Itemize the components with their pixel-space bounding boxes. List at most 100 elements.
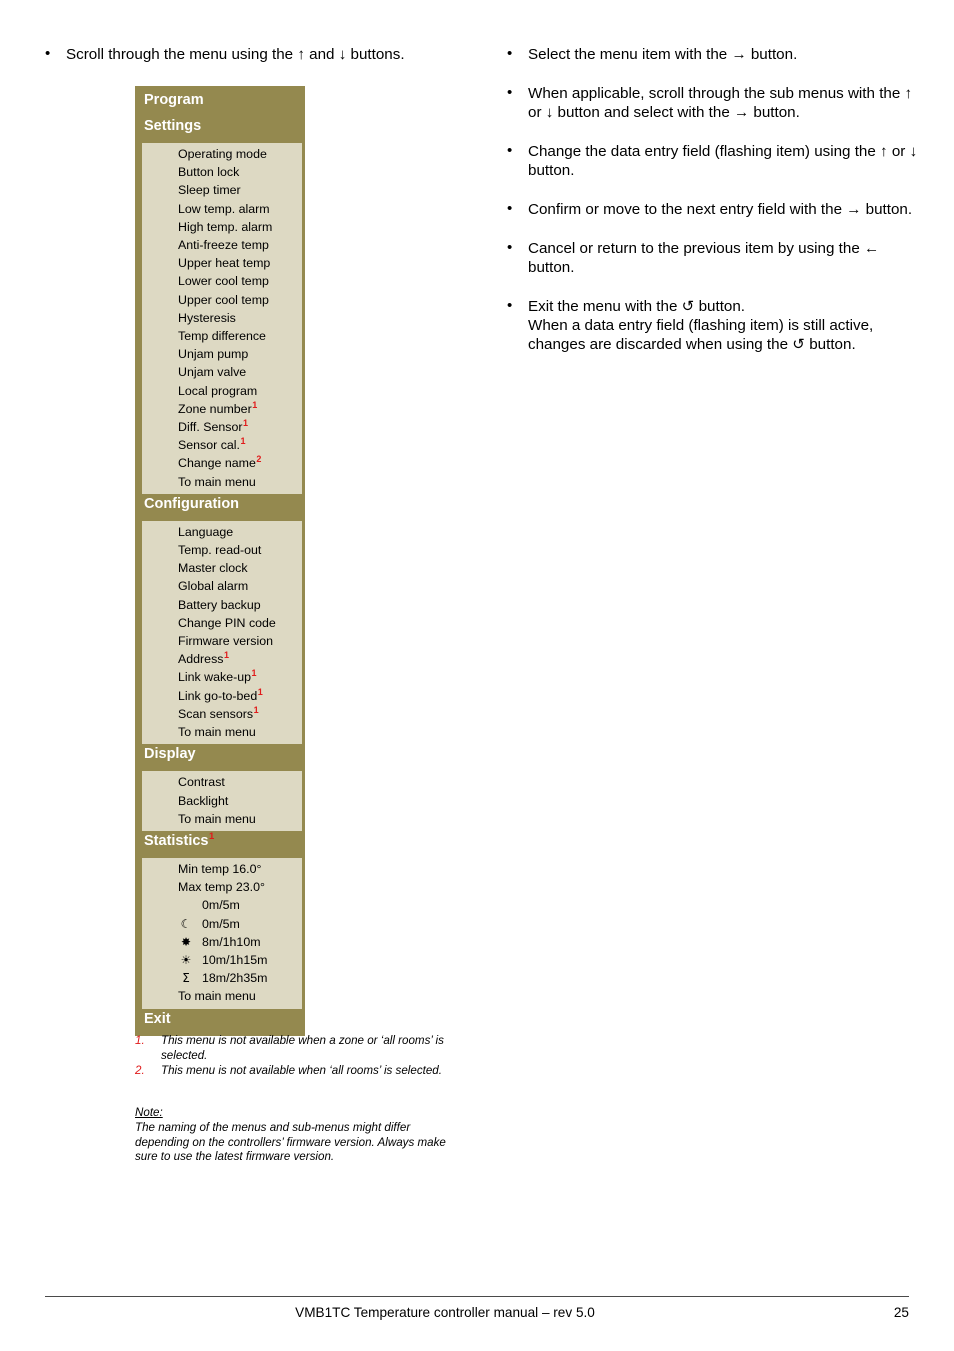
- menu-diagram-title: Program: [135, 86, 305, 116]
- button-instruction-item: Exit the menu with the ↺ button. When a d…: [498, 296, 918, 354]
- menu-item-label: Button lock: [178, 165, 240, 180]
- scroll-instruction-list: Scroll through the menu using the ↑ and …: [36, 44, 476, 64]
- menu-item[interactable]: Anti-freeze temp: [142, 236, 302, 254]
- button-instruction-text: Change the data entry field (flashing it…: [528, 143, 918, 179]
- menu-item[interactable]: Max temp 23.0°: [142, 878, 302, 896]
- menu-section-header-settings: Settings: [135, 116, 305, 143]
- menu-item[interactable]: Upper cool temp: [142, 291, 302, 309]
- menu-section-header-exit: Exit: [135, 1008, 305, 1036]
- footnote-marker: 2: [256, 454, 262, 465]
- footnote-item: 2. This menu is not available when ‘all r…: [135, 1064, 465, 1079]
- menu-item-label: Address: [178, 652, 224, 667]
- menu-item[interactable]: ✸ 8m/1h10m: [142, 933, 302, 951]
- menu-item[interactable]: Scan sensors1: [142, 705, 302, 723]
- menu-item[interactable]: Temp. read-out: [142, 541, 302, 559]
- menu-section-header-label: Display: [144, 746, 196, 763]
- footnote-text: This menu is not available when a zone o…: [161, 1034, 444, 1062]
- footer-divider: [45, 1296, 909, 1297]
- footer-document-title: VMB1TC Temperature controller manual – r…: [295, 1305, 595, 1320]
- menu-item[interactable]: Change PIN code: [142, 614, 302, 632]
- menu-item[interactable]: Change name2: [142, 454, 302, 472]
- menu-item[interactable]: To main menu: [142, 810, 302, 828]
- menu-item[interactable]: Low temp. alarm: [142, 200, 302, 218]
- sigma-icon: Σ: [182, 971, 190, 986]
- footnote-item: 1. This menu is not available when a zone…: [135, 1034, 465, 1063]
- scroll-instruction-item: Scroll through the menu using the ↑ and …: [36, 44, 476, 64]
- menu-item[interactable]: Sensor cal.1: [142, 436, 302, 454]
- menu-section-body: Contrast Backlight To main menu: [142, 771, 302, 831]
- menu-item[interactable]: Firmware version: [142, 632, 302, 650]
- menu-item-label: Lower cool temp: [178, 274, 269, 289]
- menu-item[interactable]: Link wake-up1: [142, 668, 302, 686]
- menu-item-label: Local program: [178, 383, 258, 398]
- menu-section-header-statistics: Statistics1: [135, 830, 305, 858]
- program-menu-diagram: Program Settings Operating mode Button loc…: [135, 86, 305, 1036]
- menu-item[interactable]: Σ 18m/2h35m: [142, 969, 302, 987]
- menu-item[interactable]: Sleep timer: [142, 181, 302, 199]
- menu-item-label: Battery backup: [178, 597, 261, 612]
- button-instruction-text: When a data entry field (flashing item) …: [528, 317, 874, 353]
- menu-item[interactable]: Min temp 16.0°: [142, 860, 302, 878]
- menu-item[interactable]: Temp difference: [142, 327, 302, 345]
- button-instruction-item: Cancel or return to the previous item by…: [498, 238, 918, 277]
- menu-item[interactable]: 0m/5m: [142, 896, 302, 914]
- menu-item-label: Operating mode: [178, 147, 267, 161]
- footnote-marker: 1: [223, 650, 229, 661]
- menu-item-label: Scan sensors: [178, 706, 254, 721]
- menu-item[interactable]: Link go-to-bed1: [142, 687, 302, 705]
- button-instruction-text: When applicable, scroll through the sub …: [528, 85, 913, 121]
- menu-item[interactable]: To main menu: [142, 987, 302, 1005]
- menu-item-label: Sleep timer: [178, 183, 241, 198]
- menu-item[interactable]: ☾ 0m/5m: [142, 915, 302, 933]
- button-instruction-list: Select the menu item with the → button. W…: [498, 44, 918, 354]
- menu-item[interactable]: Local program: [142, 382, 302, 400]
- menu-item[interactable]: High temp. alarm: [142, 218, 302, 236]
- button-instruction-item: When applicable, scroll through the sub …: [498, 83, 918, 122]
- menu-item-label: Max temp 23.0°: [178, 880, 265, 895]
- menu-item[interactable]: To main menu: [142, 473, 302, 491]
- button-instruction-text: Confirm or move to the next entry field …: [528, 201, 913, 218]
- footnote-marker: 1: [243, 417, 249, 428]
- menu-item-label: Upper cool temp: [178, 292, 269, 307]
- menu-item[interactable]: Master clock: [142, 559, 302, 577]
- menu-item-label: 0m/5m: [202, 898, 240, 913]
- menu-item-label: Unjam pump: [178, 347, 249, 362]
- menu-item[interactable]: Operating mode: [142, 145, 302, 163]
- menu-section-header-label: Configuration: [144, 495, 240, 512]
- menu-item[interactable]: Lower cool temp: [142, 272, 302, 290]
- menu-item[interactable]: Diff. Sensor1: [142, 418, 302, 436]
- menu-item-label: To main menu: [178, 725, 256, 740]
- menu-item[interactable]: Unjam valve: [142, 363, 302, 381]
- menu-item[interactable]: To main menu: [142, 723, 302, 741]
- footnote-marker: 1: [252, 399, 258, 410]
- menu-item[interactable]: Contrast: [142, 773, 302, 791]
- menu-item-label: Master clock: [178, 561, 248, 576]
- menu-item[interactable]: Language: [142, 523, 302, 541]
- menu-item[interactable]: Upper heat temp: [142, 254, 302, 272]
- note-title: Note:: [135, 1106, 163, 1119]
- footnote-marker: 1: [253, 704, 259, 715]
- menu-item[interactable]: Backlight: [142, 792, 302, 810]
- menu-item-label: Temp difference: [178, 329, 266, 344]
- note-text: The naming of the menus and sub-menus mi…: [135, 1120, 446, 1164]
- footnote-list: 1. This menu is not available when a zone…: [135, 1034, 465, 1080]
- button-instruction-text: Select the menu item with the → button.: [528, 46, 798, 63]
- menu-item[interactable]: Hysteresis: [142, 309, 302, 327]
- menu-section-header-label: Settings: [144, 118, 202, 134]
- right-column: Select the menu item with the → button. W…: [498, 44, 918, 374]
- footnote-number: 2.: [135, 1064, 145, 1078]
- menu-item[interactable]: Global alarm: [142, 577, 302, 595]
- sun-icon: ☀: [180, 952, 192, 967]
- button-instruction-item: Confirm or move to the next entry field …: [498, 199, 918, 219]
- menu-item[interactable]: Unjam pump: [142, 345, 302, 363]
- footer-page-number: 25: [893, 1305, 909, 1320]
- menu-item[interactable]: Battery backup: [142, 596, 302, 614]
- menu-item[interactable]: Button lock: [142, 163, 302, 181]
- menu-item[interactable]: ☀ 10m/1h15m: [142, 951, 302, 969]
- menu-item[interactable]: Zone number1: [142, 400, 302, 418]
- footnote-marker: 1: [240, 436, 246, 447]
- menu-section-header-display: Display: [135, 744, 305, 772]
- footnote-text: This menu is not available when ‘all roo…: [161, 1064, 442, 1078]
- menu-item[interactable]: Address1: [142, 650, 302, 668]
- menu-item-label: Temp. read-out: [178, 543, 262, 558]
